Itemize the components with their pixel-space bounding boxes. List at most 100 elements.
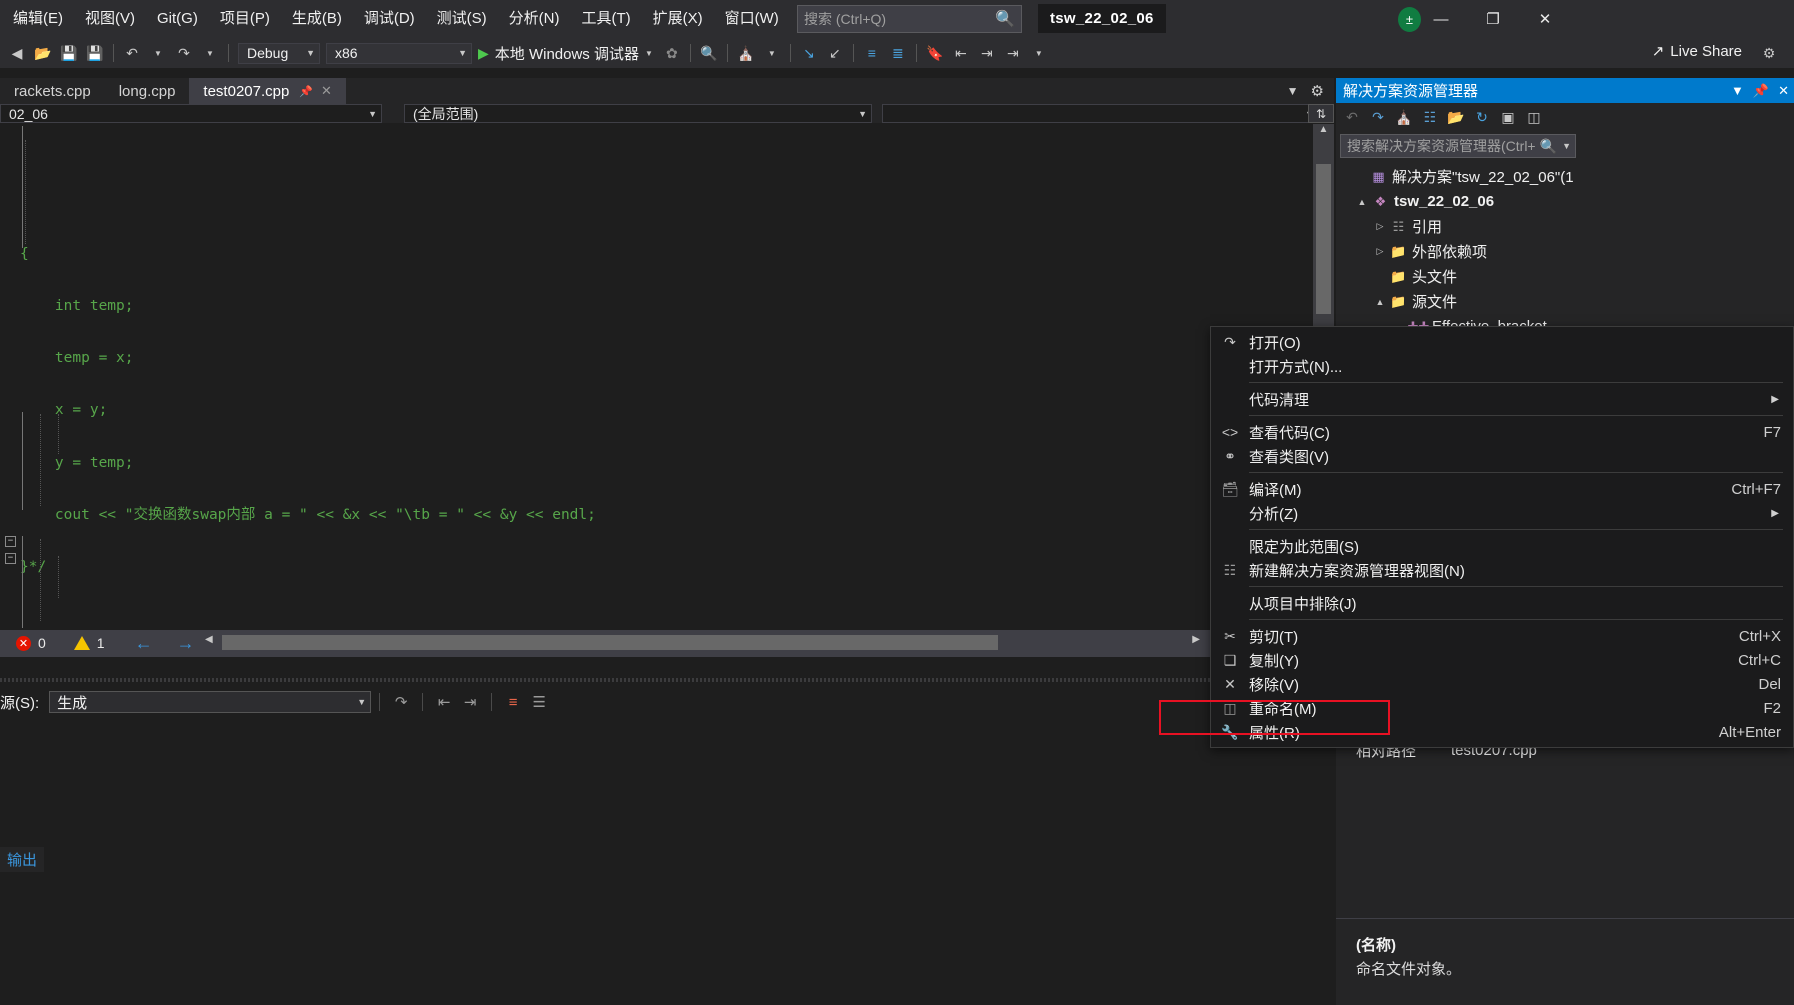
menu-item-scope-to-this[interactable]: 限定为此范围(S) xyxy=(1211,534,1793,558)
feedback-icon[interactable]: ⚙ xyxy=(1757,41,1781,65)
bookmark-next-icon[interactable]: ⇥ xyxy=(975,41,999,65)
menu-item-build[interactable]: 生成(B) xyxy=(281,3,353,35)
back-nav-icon[interactable]: ◀ xyxy=(5,41,29,65)
nav-member-select[interactable]: (全局范围) ▼ xyxy=(404,104,872,123)
menu-item-code-cleanup[interactable]: 代码清理 ▶ xyxy=(1211,387,1793,411)
menu-item-analyze[interactable]: 分析(Z) ▶ xyxy=(1211,501,1793,525)
expander-icon[interactable]: ▲ xyxy=(1354,197,1370,207)
hot-reload-icon[interactable]: ✿ xyxy=(660,41,684,65)
close-button[interactable]: ✕ xyxy=(1522,0,1568,38)
show-all-files-icon[interactable]: 📂 xyxy=(1444,105,1468,129)
undo-icon[interactable]: ↶ xyxy=(120,41,144,65)
tab-rackets-cpp[interactable]: rackets.cpp xyxy=(0,78,105,104)
indent-icon[interactable]: ≡ xyxy=(860,41,884,65)
scroll-right-icon[interactable]: ▶ xyxy=(1192,634,1200,645)
source-filter-select[interactable]: 生成 ▼ xyxy=(49,691,372,713)
menu-item-remove[interactable]: ✕ 移除(V) Del xyxy=(1211,672,1793,696)
menu-item-view-class-diagram[interactable]: ⚭ 查看类图(V) xyxy=(1211,444,1793,468)
nav-extra-select[interactable]: ▼ xyxy=(882,104,1319,123)
open-file-icon[interactable]: 📂 xyxy=(31,41,55,65)
toggle-messages-icon[interactable]: ↷ xyxy=(388,690,414,714)
refresh-icon[interactable]: ↻ xyxy=(1470,105,1494,129)
collapse-left-icon[interactable]: ⇤ xyxy=(431,690,457,714)
nav-type-select[interactable]: 02_06 ▼ xyxy=(0,104,382,123)
scrollbar-thumb[interactable] xyxy=(1316,164,1331,314)
expand-right-icon[interactable]: ⇥ xyxy=(457,690,483,714)
prev-issue-icon[interactable]: ← xyxy=(135,633,153,654)
close-icon[interactable]: ✕ xyxy=(321,83,332,99)
expander-icon[interactable]: ▷ xyxy=(1372,246,1388,257)
restore-button[interactable]: ❐ xyxy=(1470,0,1516,38)
menu-item-tools[interactable]: 工具(T) xyxy=(570,3,641,35)
filter-icon[interactable]: ☰ xyxy=(526,690,552,714)
build-config-select[interactable]: Debug ▼ xyxy=(238,42,320,64)
bookmark-prev-icon[interactable]: ⇤ xyxy=(949,41,973,65)
menu-item-project[interactable]: 项目(P) xyxy=(209,3,281,35)
search-in-files-icon[interactable]: 🔍 xyxy=(697,41,721,65)
menu-item-view[interactable]: 视图(V) xyxy=(74,3,146,35)
menu-item-rename[interactable]: ◫ 重命名(M) F2 xyxy=(1211,696,1793,720)
nav-back-icon[interactable]: ↶ xyxy=(1340,105,1364,129)
menu-item-window[interactable]: 窗口(W) xyxy=(714,3,790,35)
fold-toggle-icon[interactable]: − xyxy=(5,536,16,547)
scroll-up-icon[interactable]: ▲ xyxy=(1313,124,1334,142)
tree-item-source-files[interactable]: ▲ 📁 源文件 xyxy=(1336,289,1794,314)
pending-changes-icon[interactable]: ☷ xyxy=(1418,105,1442,129)
save-all-icon[interactable]: 💾 xyxy=(83,41,107,65)
tab-settings-gear-icon[interactable]: ⚙ xyxy=(1305,82,1330,100)
menu-item-git[interactable]: Git(G) xyxy=(146,3,209,35)
redo-dropdown-icon[interactable]: ▼ xyxy=(198,41,222,65)
chevron-down-icon[interactable]: ▼ xyxy=(645,49,653,58)
bookmark-clear-icon[interactable]: ⇥ xyxy=(1001,41,1025,65)
tree-item-external-deps[interactable]: ▷ 📁 外部依赖项 xyxy=(1336,239,1794,264)
menu-item-analyze[interactable]: 分析(N) xyxy=(498,3,571,35)
menu-item-compile[interactable]: 🗃 编译(M) Ctrl+F7 xyxy=(1211,477,1793,501)
expander-icon[interactable]: ▲ xyxy=(1372,297,1388,307)
scroll-left-icon[interactable]: ◀ xyxy=(205,634,213,645)
code-editor[interactable]: { int temp; temp = x; x = y; y = temp; c… xyxy=(0,124,1313,632)
menu-item-new-solution-explorer-view[interactable]: ☷ 新建解决方案资源管理器视图(N) xyxy=(1211,558,1793,582)
menu-item-cut[interactable]: ✂ 剪切(T) Ctrl+X xyxy=(1211,624,1793,648)
nav-forward-icon[interactable]: ↙ xyxy=(823,41,847,65)
menu-item-open[interactable]: ↷ 打开(O) xyxy=(1211,330,1793,354)
bookmark-icon[interactable]: 🔖 xyxy=(923,41,947,65)
toolbar-overflow-icon[interactable]: ▼ xyxy=(1027,41,1051,65)
hscroll-thumb[interactable] xyxy=(222,635,998,650)
undo-dropdown-icon[interactable]: ▼ xyxy=(146,41,170,65)
warning-count[interactable]: 1 xyxy=(73,635,105,651)
home-dropdown-icon[interactable]: ▼ xyxy=(760,41,784,65)
pin-icon[interactable]: 📌 xyxy=(1753,83,1769,99)
menu-item-view-code[interactable]: <> 查看代码(C) F7 xyxy=(1211,420,1793,444)
tree-item-references[interactable]: ▷ ☷ 引用 xyxy=(1336,214,1794,239)
home-icon[interactable]: ⛪ xyxy=(734,41,758,65)
nav-back-icon[interactable]: ↘ xyxy=(797,41,821,65)
clear-list-icon[interactable]: ≡ xyxy=(500,690,526,714)
tab-test0207-cpp[interactable]: test0207.cpp 📌 ✕ xyxy=(189,78,346,104)
start-debug-button[interactable]: ▶ 本地 Windows 调试器 ▼ xyxy=(472,41,659,65)
next-issue-icon[interactable]: → xyxy=(177,633,195,654)
menu-item-properties[interactable]: 🔧 属性(R) Alt+Enter xyxy=(1211,720,1793,744)
panel-menu-icon[interactable]: ▼ xyxy=(1731,83,1744,98)
tree-item-project[interactable]: ▲ ❖ tsw_22_02_06 xyxy=(1336,189,1794,214)
tree-item-solution[interactable]: ▦ 解决方案"tsw_22_02_06"(1 xyxy=(1336,164,1794,189)
home-icon[interactable]: ⛪ xyxy=(1392,105,1416,129)
chevron-down-icon[interactable]: ▼ xyxy=(1562,141,1571,151)
fold-toggle-icon[interactable]: − xyxy=(5,553,16,564)
properties-window-icon[interactable]: ◫ xyxy=(1522,105,1546,129)
live-share-button[interactable]: ↗ Live Share xyxy=(1652,42,1742,61)
menu-item-copy[interactable]: ❑ 复制(Y) Ctrl+C xyxy=(1211,648,1793,672)
pin-icon[interactable]: 📌 xyxy=(299,85,313,98)
menu-item-test[interactable]: 测试(S) xyxy=(426,3,498,35)
split-editor-button[interactable]: ⇅ xyxy=(1308,104,1334,123)
solution-explorer-search[interactable]: 搜索解决方案资源管理器(Ctrl+ 🔍 ▼ xyxy=(1340,134,1576,158)
tab-output[interactable]: 输出 xyxy=(0,847,45,872)
menu-item-open-with[interactable]: 打开方式(N)... xyxy=(1211,354,1793,378)
close-icon[interactable]: ✕ xyxy=(1778,83,1789,99)
collapse-all-icon[interactable]: ▣ xyxy=(1496,105,1520,129)
platform-select[interactable]: x86 ▼ xyxy=(326,42,472,64)
tab-long-cpp[interactable]: long.cpp xyxy=(105,78,190,104)
tab-list-dropdown-icon[interactable]: ▼ xyxy=(1281,84,1305,98)
tree-item-header-files[interactable]: 📁 头文件 xyxy=(1336,264,1794,289)
menu-item-extensions[interactable]: 扩展(X) xyxy=(642,3,714,35)
error-count[interactable]: ✕ 0 xyxy=(16,635,46,651)
